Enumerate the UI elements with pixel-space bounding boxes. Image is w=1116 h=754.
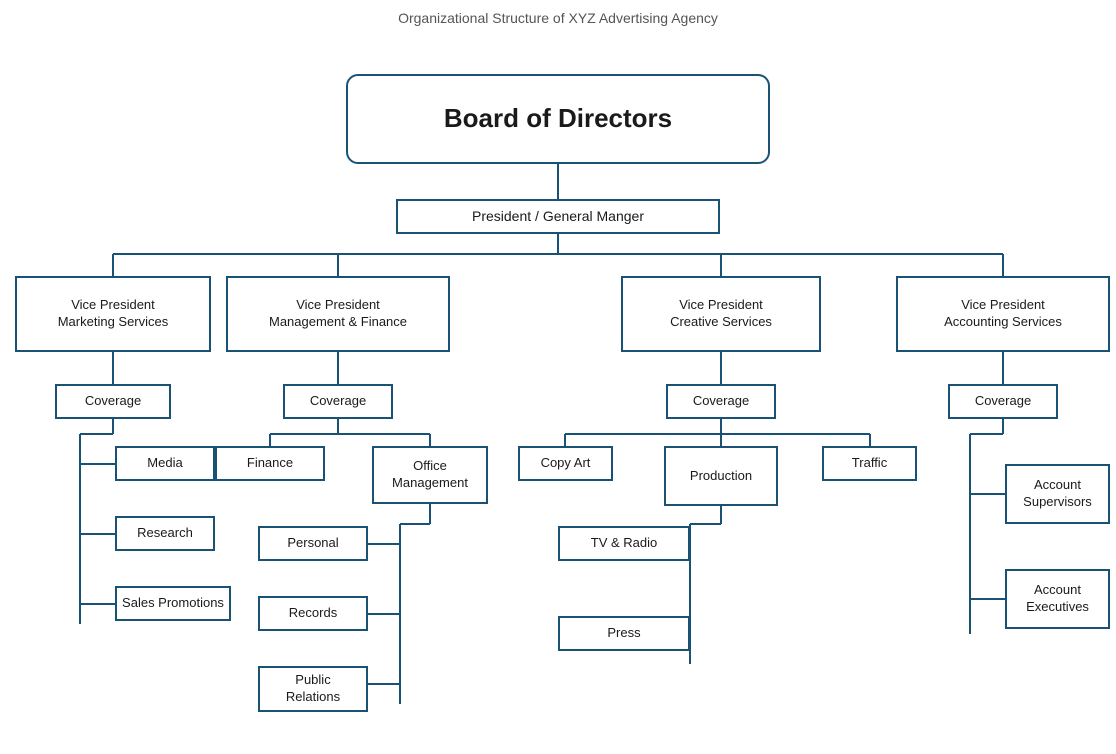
account-executives-label: Account Executives (1026, 582, 1089, 616)
vp-creative-label: Vice President Creative Services (670, 297, 772, 331)
sales-promotions-box: Sales Promotions (115, 586, 231, 621)
account-executives-box: Account Executives (1005, 569, 1110, 629)
board-box: Board of Directors (346, 74, 770, 164)
vp-creative-box: Vice President Creative Services (621, 276, 821, 352)
board-label: Board of Directors (444, 102, 672, 136)
production-box: Production (664, 446, 778, 506)
finance-label: Finance (247, 455, 293, 472)
office-management-label: Office Management (392, 458, 468, 492)
copy-art-box: Copy Art (518, 446, 613, 481)
coverage-creative-label: Coverage (693, 393, 749, 410)
research-box: Research (115, 516, 215, 551)
public-relations-box: Public Relations (258, 666, 368, 712)
media-box: Media (115, 446, 215, 481)
president-label: President / General Manger (472, 207, 644, 225)
coverage-marketing-box: Coverage (55, 384, 171, 419)
sales-promotions-label: Sales Promotions (122, 595, 224, 612)
office-management-box: Office Management (372, 446, 488, 504)
coverage-management-box: Coverage (283, 384, 393, 419)
personal-label: Personal (287, 535, 338, 552)
public-relations-label: Public Relations (286, 672, 340, 706)
vp-marketing-box: Vice President Marketing Services (15, 276, 211, 352)
tv-radio-box: TV & Radio (558, 526, 690, 561)
coverage-accounting-label: Coverage (975, 393, 1031, 410)
finance-box: Finance (215, 446, 325, 481)
account-supervisors-label: Account Supervisors (1023, 477, 1092, 511)
traffic-label: Traffic (852, 455, 887, 472)
production-label: Production (690, 468, 752, 485)
tv-radio-label: TV & Radio (591, 535, 657, 552)
vp-management-label: Vice President Management & Finance (269, 297, 407, 331)
traffic-box: Traffic (822, 446, 917, 481)
records-box: Records (258, 596, 368, 631)
account-supervisors-box: Account Supervisors (1005, 464, 1110, 524)
coverage-management-label: Coverage (310, 393, 366, 410)
copy-art-label: Copy Art (541, 455, 591, 472)
media-label: Media (147, 455, 182, 472)
research-label: Research (137, 525, 193, 542)
vp-accounting-label: Vice President Accounting Services (944, 297, 1062, 331)
vp-marketing-label: Vice President Marketing Services (58, 297, 169, 331)
vp-accounting-box: Vice President Accounting Services (896, 276, 1110, 352)
page-title: Organizational Structure of XYZ Advertis… (0, 0, 1116, 26)
press-box: Press (558, 616, 690, 651)
press-label: Press (607, 625, 640, 642)
personal-box: Personal (258, 526, 368, 561)
coverage-marketing-label: Coverage (85, 393, 141, 410)
records-label: Records (289, 605, 337, 622)
coverage-creative-box: Coverage (666, 384, 776, 419)
vp-management-box: Vice President Management & Finance (226, 276, 450, 352)
president-box: President / General Manger (396, 199, 720, 234)
coverage-accounting-box: Coverage (948, 384, 1058, 419)
